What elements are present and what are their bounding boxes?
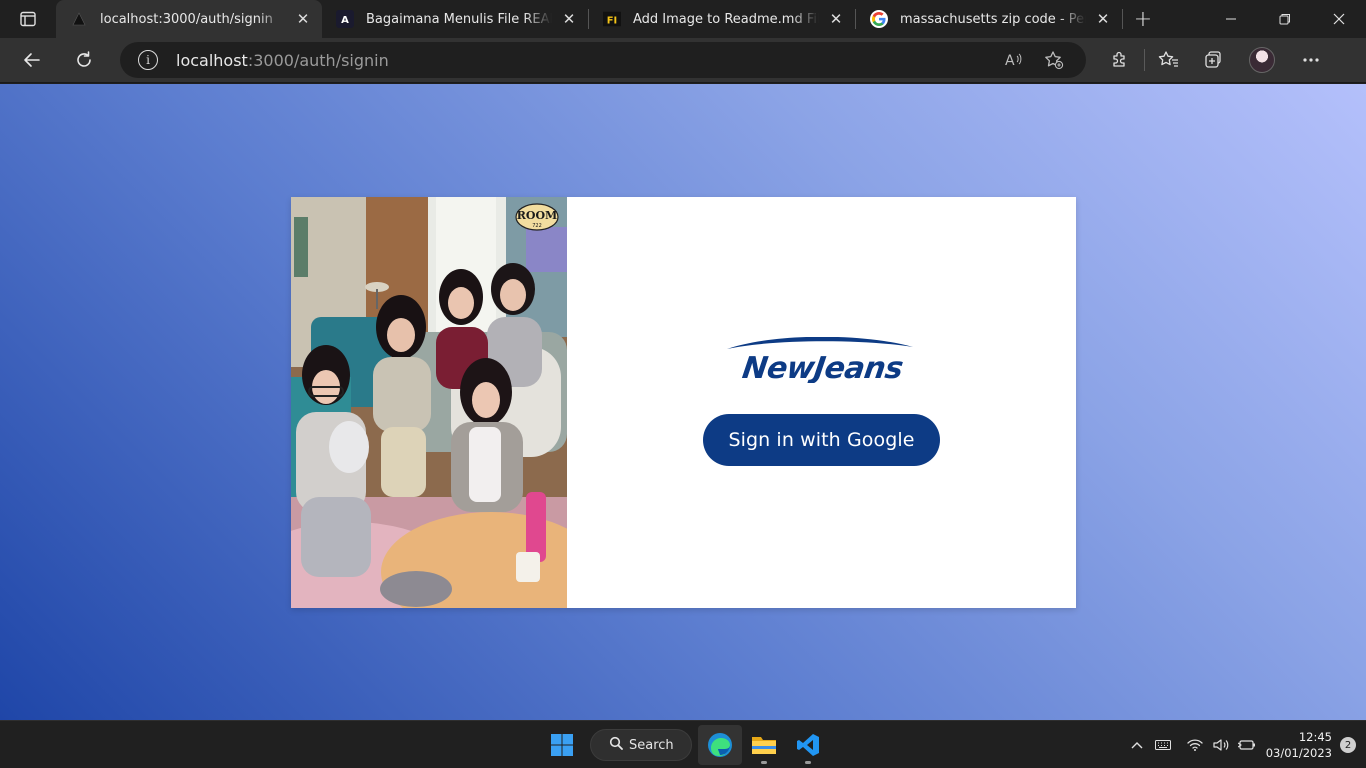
url-path: :3000/auth/signin — [247, 50, 389, 70]
minimize-button[interactable] — [1204, 0, 1258, 38]
logo-text: NewJeans — [740, 351, 905, 383]
close-tab-icon[interactable]: ✕ — [1094, 10, 1112, 28]
system-tray: 12:45 03/01/2023 2 — [1124, 721, 1356, 768]
signin-panel: NewJeans Sign in with Google — [567, 197, 1076, 608]
tab-google-search[interactable]: massachusetts zip code - Penelusuran ✕ — [856, 0, 1122, 38]
close-tab-icon[interactable]: ✕ — [560, 10, 578, 28]
back-button[interactable] — [12, 42, 52, 78]
wifi-icon[interactable] — [1182, 738, 1208, 752]
windows-logo-icon — [551, 734, 573, 756]
show-hidden-icons-button[interactable] — [1124, 741, 1150, 749]
newjeans-logo: NewJeans — [727, 337, 913, 383]
new-tab-button[interactable]: + — [1123, 0, 1163, 38]
vscode-taskbar-app[interactable] — [786, 725, 830, 765]
minimize-icon — [1226, 18, 1236, 20]
group-photo: ROOM 722 — [291, 197, 567, 608]
read-aloud-icon[interactable]: A — [994, 51, 1034, 69]
window-controls — [1204, 0, 1366, 38]
vscode-icon — [797, 734, 819, 756]
close-tab-icon[interactable]: ✕ — [827, 10, 845, 28]
settings-menu-button[interactable] — [1289, 42, 1333, 78]
folder-icon — [752, 737, 776, 754]
edge-icon — [708, 733, 732, 757]
more-icon — [1303, 58, 1319, 62]
sign-in-with-google-button[interactable]: Sign in with Google — [703, 414, 940, 466]
google-icon — [870, 10, 888, 28]
add-favorite-icon[interactable] — [1034, 50, 1074, 70]
restore-icon — [1279, 14, 1290, 25]
svg-text:FI: FI — [607, 16, 617, 27]
windows-taskbar: Search 12:45 03/01/2023 2 — [0, 720, 1366, 768]
search-icon — [609, 736, 623, 754]
url-text[interactable]: localhost:3000/auth/signin — [176, 51, 994, 70]
file-explorer-taskbar-app[interactable] — [742, 725, 786, 765]
address-bar[interactable]: i localhost:3000/auth/signin A — [120, 42, 1086, 78]
keyboard-icon[interactable] — [1150, 739, 1176, 751]
tab-add-image[interactable]: FI Add Image to Readme.md File ✕ — [589, 0, 855, 38]
restore-button[interactable] — [1258, 0, 1312, 38]
tab-actions-button[interactable] — [0, 0, 56, 38]
toolbar-right — [1098, 42, 1333, 78]
clock[interactable]: 12:45 03/01/2023 — [1266, 729, 1332, 761]
favorites-icon — [1158, 51, 1178, 67]
collections-icon — [1205, 51, 1221, 68]
triangle-icon — [70, 10, 88, 28]
clock-time: 12:45 — [1298, 730, 1332, 744]
taskbar-apps: Search — [540, 721, 830, 768]
volume-icon[interactable] — [1208, 738, 1234, 752]
tab-title: Bagaimana Menulis File README — [366, 11, 552, 27]
refresh-button[interactable] — [64, 42, 104, 78]
tab-readme[interactable]: A Bagaimana Menulis File README ✕ — [322, 0, 588, 38]
close-icon — [1333, 13, 1345, 25]
tab-signin[interactable]: localhost:3000/auth/signin ✕ — [56, 0, 322, 38]
svg-text:A: A — [1005, 53, 1015, 69]
browser-toolbar: i localhost:3000/auth/signin A — [0, 38, 1366, 83]
puzzle-icon — [1113, 51, 1125, 67]
notification-badge[interactable]: 2 — [1340, 737, 1356, 753]
svg-text:A: A — [341, 15, 349, 26]
edge-taskbar-app[interactable] — [698, 725, 742, 765]
room-sign-number: 722 — [532, 223, 542, 229]
tab-actions-icon — [20, 11, 36, 27]
url-host: localhost — [176, 50, 248, 70]
battery-icon[interactable] — [1234, 739, 1260, 751]
room-sign-text: ROOM — [517, 209, 557, 222]
collections-button[interactable] — [1191, 42, 1235, 78]
signin-card: ROOM 722 NewJeans Sign in with Google — [291, 197, 1076, 608]
fi-logo-icon: FI — [603, 10, 621, 28]
a-logo-icon: A — [336, 10, 354, 28]
extensions-button[interactable] — [1098, 42, 1142, 78]
toolbar-divider — [1144, 49, 1145, 71]
search-label: Search — [629, 737, 674, 753]
avatar — [1249, 47, 1275, 73]
tab-title: Add Image to Readme.md File — [633, 11, 819, 27]
profile-button[interactable] — [1235, 42, 1289, 78]
favorites-button[interactable] — [1147, 42, 1191, 78]
tab-title: localhost:3000/auth/signin — [100, 11, 273, 27]
plus-icon: + — [1133, 6, 1153, 32]
close-window-button[interactable] — [1312, 0, 1366, 38]
site-info-icon[interactable]: i — [138, 50, 158, 70]
close-tab-icon[interactable]: ✕ — [294, 10, 312, 28]
arrow-left-icon — [24, 53, 40, 67]
clock-date: 03/01/2023 — [1265, 746, 1332, 760]
browser-tab-strip: localhost:3000/auth/signin ✕ A Bagaimana… — [0, 0, 1366, 38]
tab-title: massachusetts zip code - Penelusuran — [900, 11, 1086, 27]
page-background: ROOM 722 NewJeans Sign in with Google — [0, 84, 1366, 720]
refresh-icon — [77, 51, 91, 67]
taskbar-search[interactable]: Search — [590, 729, 692, 761]
start-button[interactable] — [540, 725, 584, 765]
chevron-up-icon — [1131, 742, 1143, 749]
